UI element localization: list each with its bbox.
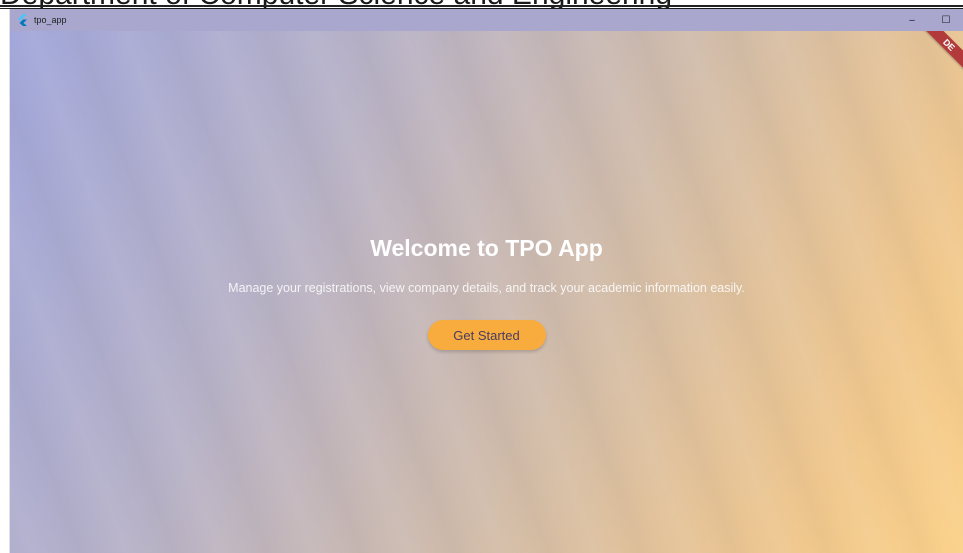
maximize-button[interactable]: ☐ [929,9,963,31]
flutter-icon [15,13,29,27]
get-started-button[interactable]: Get Started [427,320,546,350]
welcome-content: Welcome to TPO App Manage your registrat… [10,231,963,350]
page-title: Welcome to TPO App [370,235,603,261]
welcome-screen: DE Welcome to TPO App Manage your regist… [10,31,963,553]
window-title: tpo_app [34,15,67,25]
title-bar[interactable]: tpo_app – ☐ [10,9,963,31]
minimize-button[interactable]: – [895,9,929,31]
background-rule-top [0,5,963,7]
screen: Department of Computer Science and Engin… [0,0,963,553]
minimize-icon: – [909,14,915,26]
page-subtitle: Manage your registrations, view company … [228,281,745,295]
maximize-icon: ☐ [941,14,951,26]
app-window: tpo_app – ☐ DE Welcome to TPO App Manage… [10,9,963,553]
debug-banner: DE [916,31,963,78]
window-controls: – ☐ [895,9,963,31]
